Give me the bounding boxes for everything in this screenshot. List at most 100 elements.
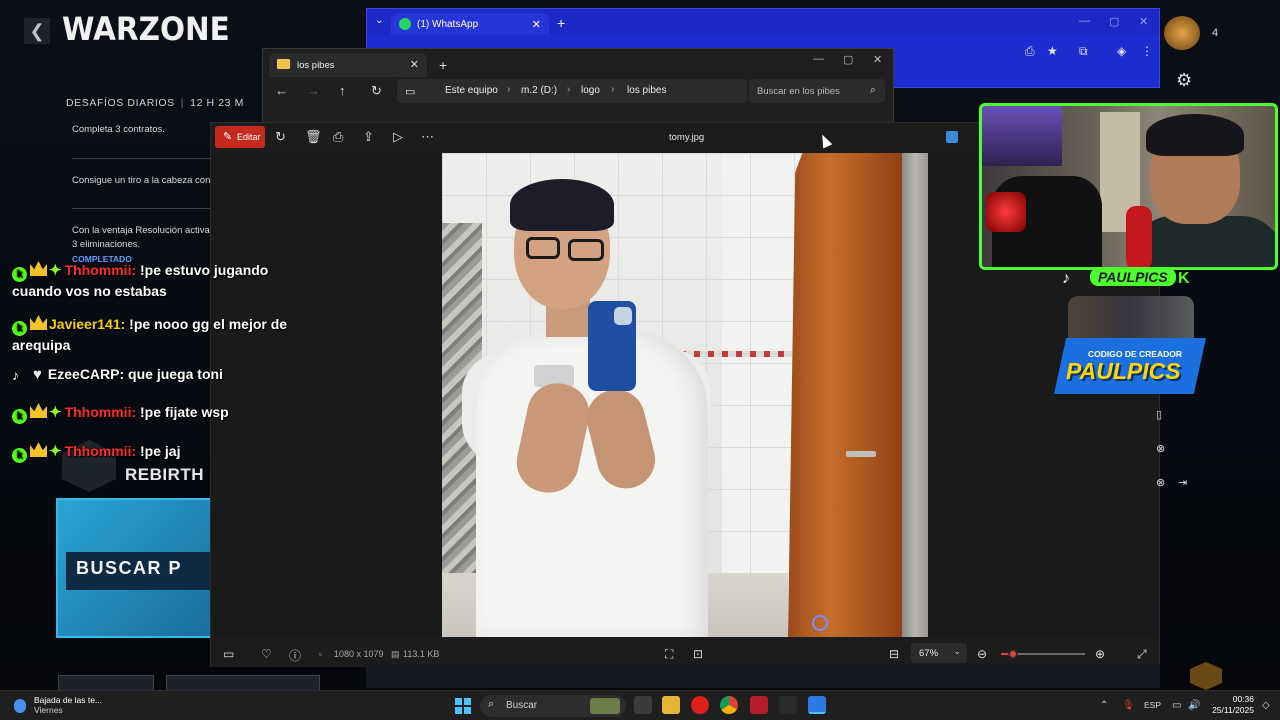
monitor-icon: ▭ xyxy=(405,86,416,98)
breadcrumb-item[interactable]: Este equipo xyxy=(445,85,498,96)
tab-whatsapp[interactable]: (1) WhatsApp ✕ xyxy=(391,13,549,35)
extension-icon[interactable]: ◈ xyxy=(1117,44,1126,58)
gear-icon[interactable]: ⚙ xyxy=(1176,70,1192,91)
fullscreen-icon[interactable]: ⤢ xyxy=(1137,647,1147,662)
crown-badge-icon xyxy=(30,315,47,330)
photo-door-handle xyxy=(846,451,876,457)
close-icon[interactable]: ✕ xyxy=(410,58,419,71)
language-indicator[interactable]: ESP xyxy=(1144,700,1161,710)
edit-button[interactable]: ✎ Editar xyxy=(215,126,265,148)
breadcrumb-item[interactable]: logo xyxy=(581,85,600,96)
breadcrumb-item[interactable]: m.2 (D:) xyxy=(521,85,557,96)
challenge-item[interactable]: Completa 3 contratos. xyxy=(72,124,165,135)
tab-los-pibes[interactable]: los pibes ✕ xyxy=(269,53,427,77)
maximize-icon[interactable]: ▢ xyxy=(843,53,853,66)
fit-to-window-icon[interactable]: ⊟ xyxy=(889,647,899,661)
bottom-tab[interactable] xyxy=(58,675,154,691)
chevron-up-icon[interactable]: ⌃ xyxy=(1100,700,1108,711)
photo-glasses xyxy=(568,239,604,261)
print-icon[interactable]: ⎙ xyxy=(333,129,343,145)
zoom-slider-thumb[interactable] xyxy=(1007,649,1018,659)
chat-username: EzeeCARP: xyxy=(47,366,125,382)
photo-phone-camera xyxy=(614,307,632,325)
new-tab-button[interactable]: + xyxy=(439,57,447,73)
search-icon: ⌕ xyxy=(488,698,495,710)
share-icon[interactable]: ⇪ xyxy=(363,129,374,145)
clock-time: 00:36 xyxy=(1232,694,1254,704)
crown-badge-icon xyxy=(30,261,47,276)
notification-icon[interactable]: ◇ xyxy=(1262,700,1270,711)
kebab-menu-icon[interactable]: ⋮ xyxy=(1141,44,1153,58)
back-button[interactable]: ❮ xyxy=(24,18,50,44)
kick-badge-icon: k xyxy=(12,267,27,282)
photo-image xyxy=(442,153,928,637)
chat-text: cuando vos no estabas xyxy=(12,283,167,299)
forward-arrow-icon[interactable]: → xyxy=(307,83,320,98)
challenges-title: DESAFÍOS DIARIOS xyxy=(66,97,175,109)
slideshow-icon[interactable]: ▷ xyxy=(393,129,403,145)
tab-menu-icon[interactable]: ⌄ xyxy=(375,15,383,26)
delete-icon[interactable]: 🗑 xyxy=(305,129,322,145)
minimize-icon[interactable]: — xyxy=(1079,15,1090,27)
edit-label: Editar xyxy=(237,132,261,142)
challenges-timer: 12 H 23 M xyxy=(190,97,244,109)
app-icon[interactable] xyxy=(750,696,768,714)
clock[interactable]: 00:36 25/11/2025 xyxy=(1208,694,1254,716)
rotate-icon[interactable]: ↻ xyxy=(275,129,286,145)
network-icon[interactable]: ▭ xyxy=(1172,700,1181,711)
microphone-icon[interactable]: 🎙 xyxy=(1122,700,1135,711)
extensions-icon[interactable]: ⧉ xyxy=(1079,44,1088,59)
address-bar[interactable]: ▭ Este equipo › m.2 (D:) › logo › los pi… xyxy=(397,79,747,103)
whatsapp-icon xyxy=(399,18,411,30)
text-select-icon[interactable]: ⊡ xyxy=(693,647,703,661)
favorite-heart-icon[interactable]: ♡ xyxy=(261,647,272,661)
task-view-icon[interactable] xyxy=(634,696,652,714)
power-icon xyxy=(812,615,828,631)
file-title: tomy.jpg xyxy=(669,132,705,143)
back-arrow-icon[interactable]: ← xyxy=(275,83,288,98)
taskbar-search[interactable]: ⌕ Buscar xyxy=(480,695,626,717)
new-tab-button[interactable]: + xyxy=(557,15,565,31)
chat-username: Javieer141: xyxy=(49,316,126,332)
zoom-slider[interactable] xyxy=(1001,649,1085,659)
kick-badge-icon: k xyxy=(12,448,27,463)
volume-icon[interactable]: 🔊 xyxy=(1188,700,1200,711)
visual-search-icon[interactable]: ⛶ xyxy=(665,647,673,662)
close-window-icon[interactable]: ✕ xyxy=(1139,15,1148,28)
taskbar-search-label: Buscar xyxy=(506,700,538,711)
chat-message: ♪ ♥ EzeeCARP: que juega toni xyxy=(12,365,223,384)
zoom-out-icon[interactable]: ⊖ xyxy=(977,647,987,661)
info-icon[interactable]: ⓘ xyxy=(289,647,301,664)
search-input[interactable]: Buscar en los pibes ⌕ xyxy=(749,79,885,103)
minimize-icon[interactable]: — xyxy=(813,53,824,65)
chrome-icon[interactable] xyxy=(720,696,738,714)
up-arrow-icon[interactable]: ↑ xyxy=(339,83,346,98)
call-of-duty-icon[interactable] xyxy=(779,696,797,714)
webcam-overlay xyxy=(979,103,1278,270)
photos-app-icon[interactable] xyxy=(808,696,826,714)
start-button[interactable] xyxy=(455,698,471,714)
filmstrip-icon[interactable]: ▭ xyxy=(223,647,234,661)
maximize-icon[interactable]: ▢ xyxy=(1109,15,1119,28)
refresh-icon[interactable]: ↻ xyxy=(371,83,382,99)
zoom-in-icon[interactable]: ⊕ xyxy=(1095,647,1105,661)
news-widget[interactable]: Bajada de las te... Viernes xyxy=(34,695,102,715)
youtube-icon[interactable] xyxy=(691,696,709,714)
zoom-dropdown[interactable]: 67% ⌄ xyxy=(911,643,967,663)
bottom-tab[interactable] xyxy=(166,675,320,691)
install-icon[interactable]: ⎙ xyxy=(1025,44,1035,59)
challenge-item[interactable]: Con la ventaja Resolución activada xyxy=(72,225,220,236)
news-subtitle: Viernes xyxy=(34,705,63,715)
chevron-down-icon: ⌄ xyxy=(953,646,961,656)
file-explorer-icon[interactable] xyxy=(662,696,680,714)
breadcrumb-item[interactable]: los pibes xyxy=(627,85,666,96)
close-icon[interactable]: ✕ xyxy=(532,18,541,31)
close-window-icon[interactable]: ✕ xyxy=(873,53,882,66)
more-options-icon[interactable]: ⋯ xyxy=(421,129,434,145)
bookmark-star-icon[interactable]: ★ xyxy=(1047,44,1058,58)
divider xyxy=(72,208,212,209)
cam-red-light xyxy=(986,192,1026,232)
file-explorer-window[interactable]: los pibes ✕ + — ▢ ✕ ← → ↑ ↻ ▭ Este equip… xyxy=(262,48,894,128)
character-art xyxy=(1068,296,1194,342)
challenge-item[interactable]: Consigue un tiro a la cabeza con un xyxy=(72,175,224,186)
